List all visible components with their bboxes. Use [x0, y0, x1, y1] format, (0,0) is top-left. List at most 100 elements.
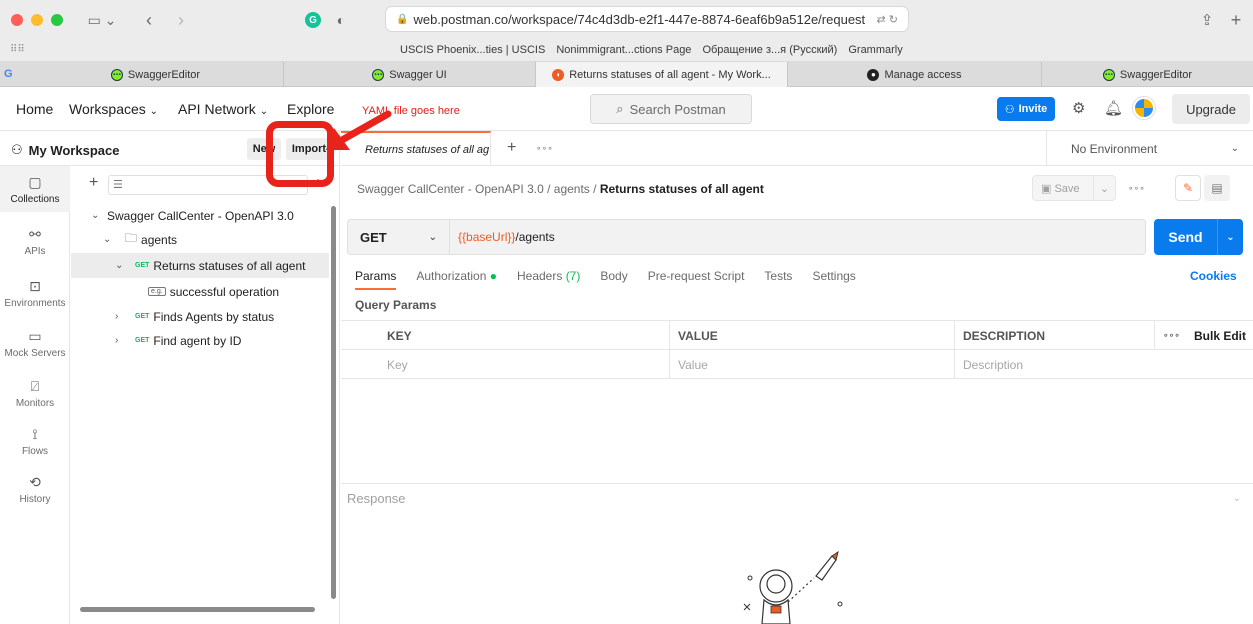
tab-tests[interactable]: Tests — [764, 269, 792, 290]
add-tab-icon[interactable]: + — [507, 139, 516, 157]
add-person-icon: ⚇ — [1004, 103, 1015, 116]
tab-authorization[interactable]: Authorization ● — [416, 269, 497, 290]
nav-home[interactable]: Home — [16, 101, 53, 117]
invite-label: Invite — [1018, 103, 1048, 115]
search-icon: ⌕ — [616, 101, 624, 116]
nav-workspaces[interactable]: Workspaces ⌄ — [69, 101, 158, 117]
filter-icon: ☰ — [113, 179, 123, 191]
sidebar-item-environments[interactable]: ⊡ Environments — [0, 270, 70, 316]
back-icon[interactable]: ‹ — [141, 9, 157, 31]
edit-documentation-icon[interactable]: ✎ — [1175, 175, 1201, 201]
grammarly-icon[interactable]: G — [305, 9, 321, 31]
new-tab-icon[interactable]: + — [1228, 9, 1244, 31]
tree-example-successful[interactable]: e.g. successful operation — [71, 279, 329, 304]
avatar[interactable] — [1133, 97, 1155, 119]
bookmark-grammarly[interactable]: Grammarly — [848, 44, 902, 56]
tab-label: Manage access — [884, 68, 962, 81]
sidebar-item-collections[interactable]: ▢ Collections — [0, 166, 70, 212]
more-tabs-icon[interactable]: ∘∘∘ — [536, 143, 553, 154]
browser-tab-swagger-editor-2[interactable]: ⋯ SwaggerEditor — [1042, 62, 1253, 87]
privacy-shield-icon[interactable]: ◐ — [333, 9, 349, 31]
tree-horizontal-scrollbar[interactable] — [80, 607, 315, 612]
value-input[interactable]: Value — [669, 350, 954, 379]
rail-label: History — [19, 493, 51, 505]
swagger-icon: ⋯ — [1102, 68, 1115, 81]
environment-select[interactable]: No Environment ⌄ — [1046, 131, 1253, 166]
upgrade-button[interactable]: Upgrade — [1172, 94, 1250, 124]
key-input[interactable]: Key — [379, 350, 669, 379]
query-params-title: Query Params — [355, 298, 437, 312]
sidebar-item-monitors[interactable]: ⍁ Monitors — [0, 370, 70, 416]
workspace-title-label: My Workspace — [28, 142, 120, 158]
breadcrumb-folder[interactable]: agents — [554, 182, 590, 196]
sidebar-item-mock-servers[interactable]: ▭ Mock Servers — [0, 320, 70, 366]
browser-tab-swagger-editor[interactable]: ⋯ SwaggerEditor — [28, 62, 284, 87]
method-select[interactable]: GET ⌄ — [347, 219, 450, 255]
breadcrumb-request[interactable]: Returns statuses of all agent — [600, 182, 764, 196]
send-button[interactable]: Send ⌄ — [1154, 219, 1243, 255]
tab-params[interactable]: Params — [355, 269, 397, 290]
share-icon[interactable]: ⇪ — [1199, 9, 1215, 31]
tree-request-finds-agents[interactable]: › GET Finds Agents by status — [71, 304, 329, 329]
browser-tab-postman[interactable]: ◖ Returns statuses of all agent - My Work… — [536, 62, 788, 87]
bulk-edit-button[interactable]: Bulk Edit — [1186, 321, 1253, 350]
bookmark-nonimmigrant[interactable]: Nonimmigrant...ctions Page — [556, 44, 691, 56]
monitors-icon: ⍁ — [30, 377, 40, 394]
tree-vertical-scrollbar[interactable] — [331, 206, 336, 599]
tab-settings[interactable]: Settings — [812, 269, 855, 290]
chevron-down-icon[interactable]: ⌄ — [1093, 176, 1115, 200]
sidebar-item-flows[interactable]: ⟟ Flows — [0, 418, 70, 464]
tree-request-find-agent[interactable]: › GET Find agent by ID — [71, 328, 329, 353]
sidebar-toggle-icon[interactable]: ▭ ⌄ — [82, 9, 122, 31]
rail-label: Environments — [4, 297, 66, 309]
address-bar[interactable]: 🔒 web.postman.co/workspace/74c4d3db-e2f1… — [385, 6, 909, 32]
translate-icon[interactable]: ⇄ ↻ — [877, 13, 899, 26]
sidebar-item-apis[interactable]: ⚯ APIs — [0, 218, 70, 264]
forward-icon[interactable]: › — [173, 9, 189, 31]
tab-body[interactable]: Body — [600, 269, 627, 290]
workspace-title[interactable]: ⚇ My Workspace — [11, 142, 119, 158]
invite-button[interactable]: ⚇ Invite — [997, 97, 1055, 121]
nav-api-network[interactable]: API Network ⌄ — [178, 101, 268, 117]
add-icon[interactable]: + — [89, 174, 98, 192]
tree-collection[interactable]: ⌄ Swagger CallCenter - OpenAPI 3.0 — [71, 203, 329, 228]
description-input[interactable]: Description — [954, 350, 1253, 379]
environments-icon: ⊡ — [29, 277, 41, 294]
close-window-button[interactable] — [11, 14, 23, 26]
save-button[interactable]: ▣ Save ⌄ — [1032, 175, 1116, 201]
tab-headers[interactable]: Headers (7) — [517, 269, 580, 290]
more-options-icon[interactable]: ∘∘∘ — [1128, 183, 1145, 194]
chevron-down-icon[interactable]: ⌄ — [1217, 219, 1243, 255]
tab-pre-request-script[interactable]: Pre-request Script — [648, 269, 745, 290]
gear-icon[interactable]: ⚙ — [1072, 99, 1085, 117]
search-postman[interactable]: ⌕ Search Postman — [590, 94, 752, 124]
grid-icon[interactable]: ⠿⠿ — [10, 44, 25, 55]
response-bar[interactable]: Response ⌄ — [341, 483, 1253, 513]
more-icon[interactable]: ∘∘∘ — [315, 176, 334, 187]
astronaut-illustration — [743, 550, 843, 624]
bookmark-obraschenie[interactable]: Обращение з...я (Русский) — [702, 44, 837, 56]
tab-label: Returns statuses of all agent - My Work.… — [569, 68, 771, 81]
browser-tab-manage-access[interactable]: ● Manage access — [788, 62, 1042, 87]
minimize-window-button[interactable] — [31, 14, 43, 26]
sidebar-rail: ▢ Collections ⚯ APIs ⊡ Environments ▭ Mock S… — [0, 166, 70, 624]
tree-folder-agents[interactable]: ⌄ 🗀︎ agents — [71, 227, 329, 252]
url-variable: {{baseUrl}} — [458, 230, 516, 244]
rail-label: APIs — [24, 245, 46, 257]
sidebar-item-history[interactable]: ⟲ History — [0, 466, 70, 512]
request-url-input[interactable]: {{baseUrl}}/agents — [450, 219, 1146, 255]
comments-icon[interactable]: ▤ — [1204, 175, 1230, 201]
tree-request-returns-statuses[interactable]: ⌄ GET Returns statuses of all agent — [71, 253, 329, 278]
person-icon: ⚇ — [11, 142, 23, 157]
new-button[interactable]: New — [247, 138, 281, 160]
save-icon: ▣ — [1041, 182, 1055, 195]
bookmark-uscis[interactable]: USCIS Phoenix...ties | USCIS — [400, 44, 545, 56]
environment-label: No Environment — [1071, 141, 1158, 156]
filter-input[interactable]: ☰ — [108, 175, 308, 195]
cookies-link[interactable]: Cookies — [1190, 269, 1237, 283]
zoom-window-button[interactable] — [51, 14, 63, 26]
breadcrumb-collection[interactable]: Swagger CallCenter - OpenAPI 3.0 — [357, 182, 544, 196]
bell-icon[interactable]: 🔔︎ — [1104, 99, 1123, 117]
browser-tab-swagger-ui[interactable]: ⋯ Swagger UI — [284, 62, 536, 87]
table-more-icon[interactable]: ∘∘∘ — [1154, 321, 1186, 350]
